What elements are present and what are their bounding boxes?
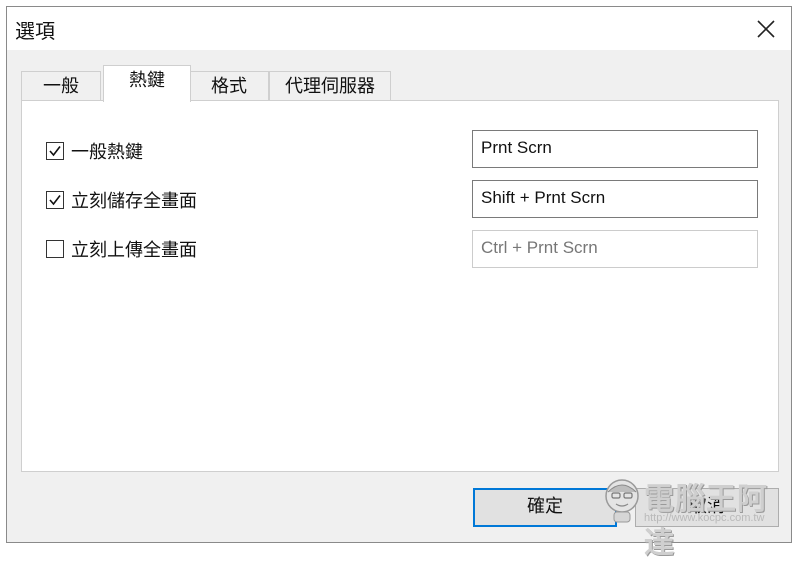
save-fullscreen-hotkey-input[interactable]: Shift + Prnt Scrn bbox=[472, 180, 758, 218]
title-bar: 選項 bbox=[7, 7, 791, 50]
options-dialog: 選項 一般 熱鍵 格式 代理伺服器 一般熱鍵 Prnt Scrn 立刻儲存全畫面… bbox=[6, 6, 792, 561]
hotkey-label: 立刻儲存全畫面 bbox=[71, 191, 197, 212]
checkmark-icon bbox=[49, 195, 61, 206]
tab-label: 格式 bbox=[211, 76, 247, 97]
tab-format[interactable]: 格式 bbox=[189, 71, 269, 101]
cancel-button[interactable]: 取消 bbox=[635, 488, 779, 527]
tab-hotkeys[interactable]: 熱鍵 bbox=[103, 65, 191, 102]
upload-fullscreen-checkbox[interactable] bbox=[46, 240, 64, 258]
hotkey-row-general[interactable]: 一般熱鍵 bbox=[46, 139, 143, 163]
general-hotkey-checkbox[interactable] bbox=[46, 142, 64, 160]
tab-label: 一般 bbox=[43, 76, 79, 97]
hotkey-label: 一般熱鍵 bbox=[71, 142, 143, 163]
hotkey-label: 立刻上傳全畫面 bbox=[71, 240, 197, 261]
hotkey-row-upload-fullscreen[interactable]: 立刻上傳全畫面 bbox=[46, 237, 197, 261]
general-hotkey-input[interactable]: Prnt Scrn bbox=[472, 130, 758, 168]
ok-button[interactable]: 確定 bbox=[473, 488, 617, 527]
close-icon bbox=[757, 19, 775, 38]
tab-label: 熱鍵 bbox=[129, 70, 165, 91]
tab-bar: 一般 熱鍵 格式 代理伺服器 bbox=[7, 65, 791, 102]
save-fullscreen-checkbox[interactable] bbox=[46, 191, 64, 209]
tab-proxy[interactable]: 代理伺服器 bbox=[269, 71, 391, 101]
tab-label: 代理伺服器 bbox=[285, 76, 375, 97]
close-button[interactable] bbox=[741, 7, 791, 50]
upload-fullscreen-hotkey-input: Ctrl + Prnt Scrn bbox=[472, 230, 758, 268]
tab-general[interactable]: 一般 bbox=[21, 71, 101, 101]
hotkey-row-save-fullscreen[interactable]: 立刻儲存全畫面 bbox=[46, 188, 197, 212]
dialog-title: 選項 bbox=[15, 19, 55, 43]
hotkeys-panel: 一般熱鍵 Prnt Scrn 立刻儲存全畫面 Shift + Prnt Scrn… bbox=[21, 100, 779, 472]
checkmark-icon bbox=[49, 146, 61, 157]
